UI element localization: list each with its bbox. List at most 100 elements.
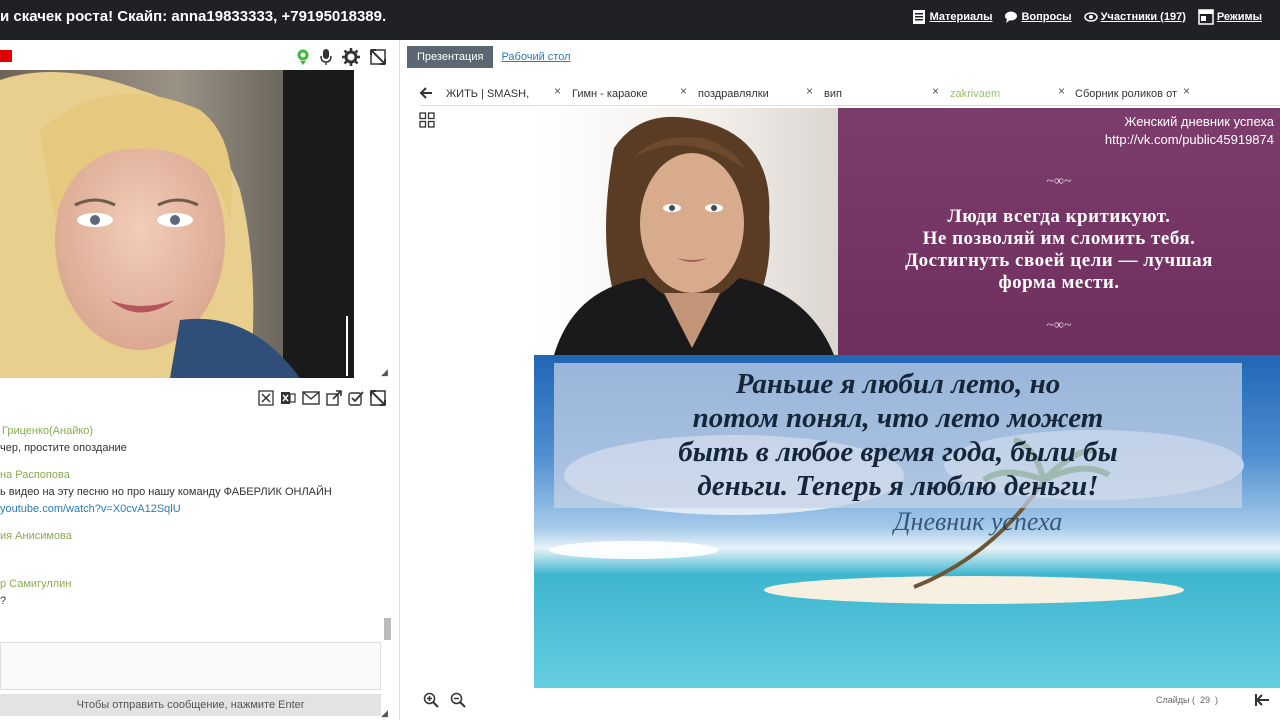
slide-tab-label: Гимн - караоке xyxy=(572,88,648,100)
close-tab-icon[interactable]: × xyxy=(680,84,687,98)
slide-tab-label: Сборник роликов от xyxy=(1075,88,1177,100)
slide-tab-label: zakrivaem xyxy=(950,88,1001,100)
speech-bubble-icon xyxy=(1005,11,1018,23)
nav-participants-label: Участники (197) xyxy=(1100,11,1186,23)
expand-icon xyxy=(370,390,386,406)
message-author: ия Анисимова xyxy=(0,530,72,542)
external-link-icon xyxy=(326,390,342,406)
export-excel-button[interactable] xyxy=(280,390,296,406)
presentation-tabs: Презентация Рабочий стол xyxy=(407,46,571,68)
tab-desktop[interactable]: Рабочий стол xyxy=(501,51,570,63)
nav-materials[interactable]: Материалы xyxy=(911,9,992,25)
chat-panel: Гриценко(Анайко) чер, простите опоздание… xyxy=(0,386,392,720)
presentation-slide: Женский дневник успеха http://vk.com/pub… xyxy=(534,108,1280,688)
nav-participants[interactable]: Участники (197) xyxy=(1083,9,1186,25)
webcam-frame xyxy=(0,70,354,378)
microphone-icon[interactable] xyxy=(320,48,332,66)
recording-indicator xyxy=(0,50,12,62)
webcam-video xyxy=(0,70,354,378)
chat-toolbar xyxy=(258,390,386,406)
envelope-icon xyxy=(302,391,320,405)
slide-quote-card: Женский дневник успеха http://vk.com/pub… xyxy=(838,108,1280,355)
left-panel: ◢ Гриценко(Анайко) чер, простите опоздан… xyxy=(0,40,400,720)
chat-message: ия Анисимова xyxy=(0,527,382,545)
slide-site-name: Женский дневник успеха xyxy=(1124,114,1274,129)
slide-counter-label: Слайды ( xyxy=(1155,695,1195,705)
chat-resize-handle[interactable]: ◢ xyxy=(381,708,388,719)
quote-line: Люди всегда критикуют. xyxy=(947,206,1171,227)
quote-line: Достигнуть своей цели — лучшая xyxy=(905,250,1213,271)
expand-icon[interactable] xyxy=(370,49,386,65)
portrait-image xyxy=(554,116,834,355)
nav-questions-label: Вопросы xyxy=(1021,11,1072,23)
slide-counter-close: ) xyxy=(1215,695,1218,705)
slide-tab-label: ЖИТЬ | SMASH, xyxy=(446,88,530,100)
tab-presentation[interactable]: Презентация xyxy=(407,46,494,68)
slide-quote-top: Люди всегда критикуют. Не позволяй им сл… xyxy=(838,206,1280,294)
eye-icon xyxy=(1083,12,1098,22)
video-resize-handle[interactable]: ◢ xyxy=(381,367,388,378)
last-slide-icon[interactable] xyxy=(1254,692,1270,708)
top-nav: Материалы Вопросы Участники (197) Режимы xyxy=(911,9,1262,25)
excel-icon xyxy=(281,392,296,404)
chat-message: на Распопова ь видео на эту песню но про… xyxy=(0,466,382,518)
message-text: чер, простите опоздание xyxy=(0,442,127,454)
slide-tab-label: вип xyxy=(824,88,842,100)
close-tab-icon[interactable]: × xyxy=(1058,84,1065,98)
slide-tab-label: поздравлялки xyxy=(698,88,769,100)
webinar-title: и скачек роста! Скайп: anna19833333, +79… xyxy=(0,8,387,25)
close-tab-icon[interactable]: × xyxy=(1183,84,1190,98)
message-author: на Распопова xyxy=(0,469,70,481)
slide-site-url: http://vk.com/public45919874 xyxy=(1104,132,1274,147)
documents-icon xyxy=(912,10,925,24)
slide-tab[interactable]: ЖИТЬ | SMASH, × xyxy=(446,84,561,100)
window-icon xyxy=(1198,9,1214,25)
popout-chat-button[interactable] xyxy=(326,390,342,406)
chat-message-input[interactable] xyxy=(0,642,381,690)
clear-chat-button[interactable] xyxy=(258,390,274,406)
email-chat-button[interactable] xyxy=(302,391,320,405)
slide-tab[interactable]: поздравлялки × xyxy=(698,84,813,100)
quote-line: быть в любое время года, были бы xyxy=(678,436,1118,468)
quote-line: Не позволяй им сломить тебя. xyxy=(922,228,1196,249)
quote-line: Раньше я любил лето, но xyxy=(735,368,1061,400)
status-online-icon[interactable] xyxy=(296,49,310,65)
chat-scrollbar[interactable] xyxy=(384,618,391,640)
slide-tab[interactable]: zakrivaem × xyxy=(950,84,1065,100)
video-controls xyxy=(296,48,386,66)
close-tab-icon[interactable]: × xyxy=(932,84,939,98)
slide-tab[interactable]: Сборник роликов от × xyxy=(1075,84,1190,100)
message-text: ь видео на эту песню но про нашу команду… xyxy=(0,486,332,498)
slide-quote-bottom: Раньше я любил лето, но потом понял, что… xyxy=(554,367,1242,503)
zoom-out-icon[interactable] xyxy=(450,692,466,708)
ornament-top: ~∞~ xyxy=(1046,174,1072,189)
slide-beach-section: Раньше я любил лето, но потом понял, что… xyxy=(534,355,1280,688)
video-header xyxy=(0,46,392,70)
chat-messages: Гриценко(Анайко) чер, простите опоздание… xyxy=(0,422,382,642)
close-tab-icon[interactable]: × xyxy=(554,84,561,98)
chat-send-hint: Чтобы отправить сообщение, нажмите Enter xyxy=(0,694,381,716)
nav-modes-label: Режимы xyxy=(1216,11,1262,23)
ornament-bottom: ~∞~ xyxy=(1046,318,1072,333)
nav-questions[interactable]: Вопросы xyxy=(1004,9,1072,25)
nav-modes[interactable]: Режимы xyxy=(1198,9,1262,25)
chat-message: р Самигуллин ? xyxy=(0,575,382,610)
arrow-left-icon[interactable] xyxy=(419,86,433,100)
message-author: Гриценко(Анайко) xyxy=(2,425,94,437)
close-tab-icon[interactable]: × xyxy=(806,84,813,98)
message-link[interactable]: youtube.com/watch?v=X0cvA12SqlU xyxy=(0,501,382,518)
slide-tab[interactable]: Гимн - караоке × xyxy=(572,84,687,100)
chat-message: Гриценко(Анайко) чер, простите опоздание xyxy=(0,422,382,457)
slide-tab[interactable]: вип × xyxy=(824,84,939,100)
thumbnails-grid-icon[interactable] xyxy=(419,112,435,128)
moderate-chat-button[interactable] xyxy=(348,390,364,406)
slide-counter: Слайды (29) xyxy=(1156,695,1218,705)
zoom-in-icon[interactable] xyxy=(423,692,439,708)
settings-gear-icon[interactable] xyxy=(342,48,360,66)
slide-top-section: Женский дневник успеха http://vk.com/pub… xyxy=(534,108,1280,355)
presentation-panel: Презентация Рабочий стол ЖИТЬ | SMASH, ×… xyxy=(407,40,1280,720)
quote-line: деньги. Теперь я люблю деньги! xyxy=(697,470,1099,502)
quote-line: потом понял, что лето может xyxy=(692,402,1104,434)
expand-chat-button[interactable] xyxy=(370,390,386,406)
slide-file-tabs: ЖИТЬ | SMASH, × Гимн - караоке × поздрав… xyxy=(419,84,1280,106)
